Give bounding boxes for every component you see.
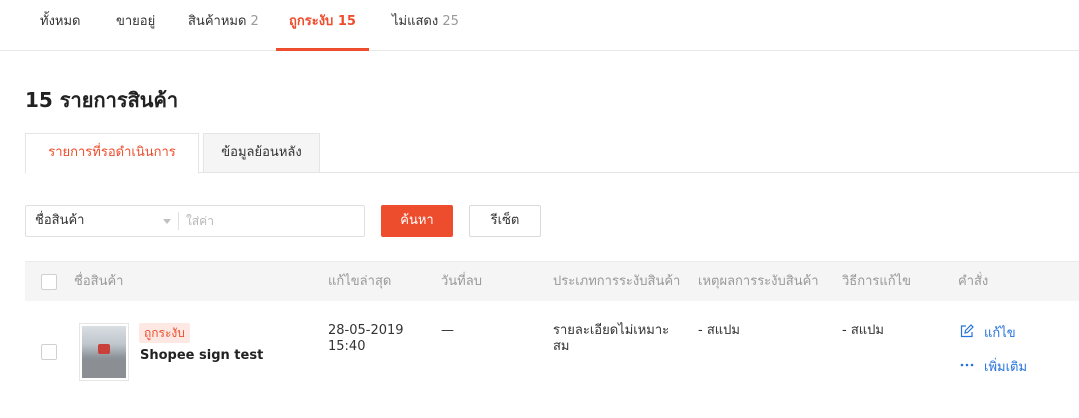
column-header: เหตุผลการระงับสินค้า bbox=[698, 274, 819, 289]
ban-type-cell: รายละเอียดไม่เหมาะสม bbox=[553, 323, 670, 354]
tab-pending[interactable]: รายการที่รอดำเนินการ bbox=[25, 133, 199, 174]
more-button[interactable]: เพิ่มเติม bbox=[960, 358, 1027, 378]
edit-label: แก้ไข bbox=[984, 326, 1016, 341]
edit-icon bbox=[960, 324, 974, 344]
tab-count: 2 bbox=[250, 14, 259, 29]
tab-label: สินค้าหมด bbox=[188, 14, 247, 29]
more-label: เพิ่มเติม bbox=[984, 360, 1028, 375]
table-header: ชื่อสินค้า แก้ไขล่าสุด วันที่ลบ ประเภทกา… bbox=[25, 261, 1079, 301]
edit-button[interactable]: แก้ไข bbox=[960, 324, 1016, 344]
tab-label: ถูกระงับ bbox=[289, 14, 334, 29]
reset-button[interactable]: รีเซ็ต bbox=[469, 205, 541, 237]
product-thumbnail[interactable] bbox=[79, 323, 129, 381]
product-name[interactable]: Shopee sign test bbox=[140, 348, 263, 363]
filter-field-label: ชื่อสินค้า bbox=[35, 213, 85, 228]
product-image bbox=[82, 326, 126, 378]
column-header: ชื่อสินค้า bbox=[74, 274, 124, 289]
column-header: แก้ไขล่าสุด bbox=[328, 274, 392, 289]
row-checkbox[interactable] bbox=[41, 344, 57, 360]
deleted-date-cell: — bbox=[441, 323, 454, 338]
subtabs: รายการที่รอดำเนินการ ข้อมูลย้อนหลัง bbox=[25, 133, 1079, 174]
select-all-checkbox[interactable] bbox=[41, 274, 57, 290]
column-header: คำสั่ง bbox=[958, 274, 989, 289]
tab-label: ไม่แสดง bbox=[392, 14, 439, 29]
last-edited-cell: 28-05-2019 15:40 bbox=[328, 323, 428, 355]
table-row: ถูกระงับ Shopee sign test 28-05-2019 15:… bbox=[25, 301, 1079, 418]
tab-count: 15 bbox=[337, 14, 356, 29]
fix-method-cell: - สแปม bbox=[842, 323, 884, 338]
tab-banned[interactable]: ถูกระงับ 15 bbox=[276, 0, 369, 51]
filter-divider bbox=[178, 212, 179, 230]
status-tabs: ทั้งหมด ขายอยู่ สินค้าหมด 2 ถูกระงับ 15 … bbox=[0, 0, 1079, 51]
filter-field-select[interactable]: ชื่อสินค้า bbox=[26, 206, 178, 236]
tab-history[interactable]: ข้อมูลย้อนหลัง bbox=[203, 133, 320, 173]
column-header: วิธีการแก้ไข bbox=[842, 274, 912, 289]
more-dots-icon bbox=[960, 358, 974, 378]
tab-sold-out[interactable]: สินค้าหมด 2 bbox=[188, 0, 259, 51]
tab-count: 25 bbox=[442, 14, 459, 29]
chevron-down-icon bbox=[163, 219, 171, 224]
tab-label: ขายอยู่ bbox=[116, 14, 156, 29]
filter-box: ชื่อสินค้า bbox=[25, 205, 365, 237]
last-edited-date: 28-05-2019 bbox=[328, 323, 404, 338]
column-header: วันที่ลบ bbox=[441, 274, 482, 289]
page-title: 15 รายการสินค้า bbox=[25, 88, 179, 112]
last-edited-time: 15:40 bbox=[328, 339, 366, 354]
tab-all[interactable]: ทั้งหมด bbox=[40, 0, 81, 51]
status-badge: ถูกระงับ bbox=[139, 323, 190, 343]
tab-unlisted[interactable]: ไม่แสดง 25 bbox=[392, 0, 459, 51]
search-button[interactable]: ค้นหา bbox=[381, 205, 453, 237]
search-input[interactable] bbox=[186, 206, 361, 236]
column-header: ประเภทการระงับสินค้า bbox=[553, 274, 681, 289]
ban-reason-cell: - สแปม bbox=[698, 323, 740, 338]
tab-label: ทั้งหมด bbox=[40, 14, 81, 29]
tab-live[interactable]: ขายอยู่ bbox=[116, 0, 155, 51]
